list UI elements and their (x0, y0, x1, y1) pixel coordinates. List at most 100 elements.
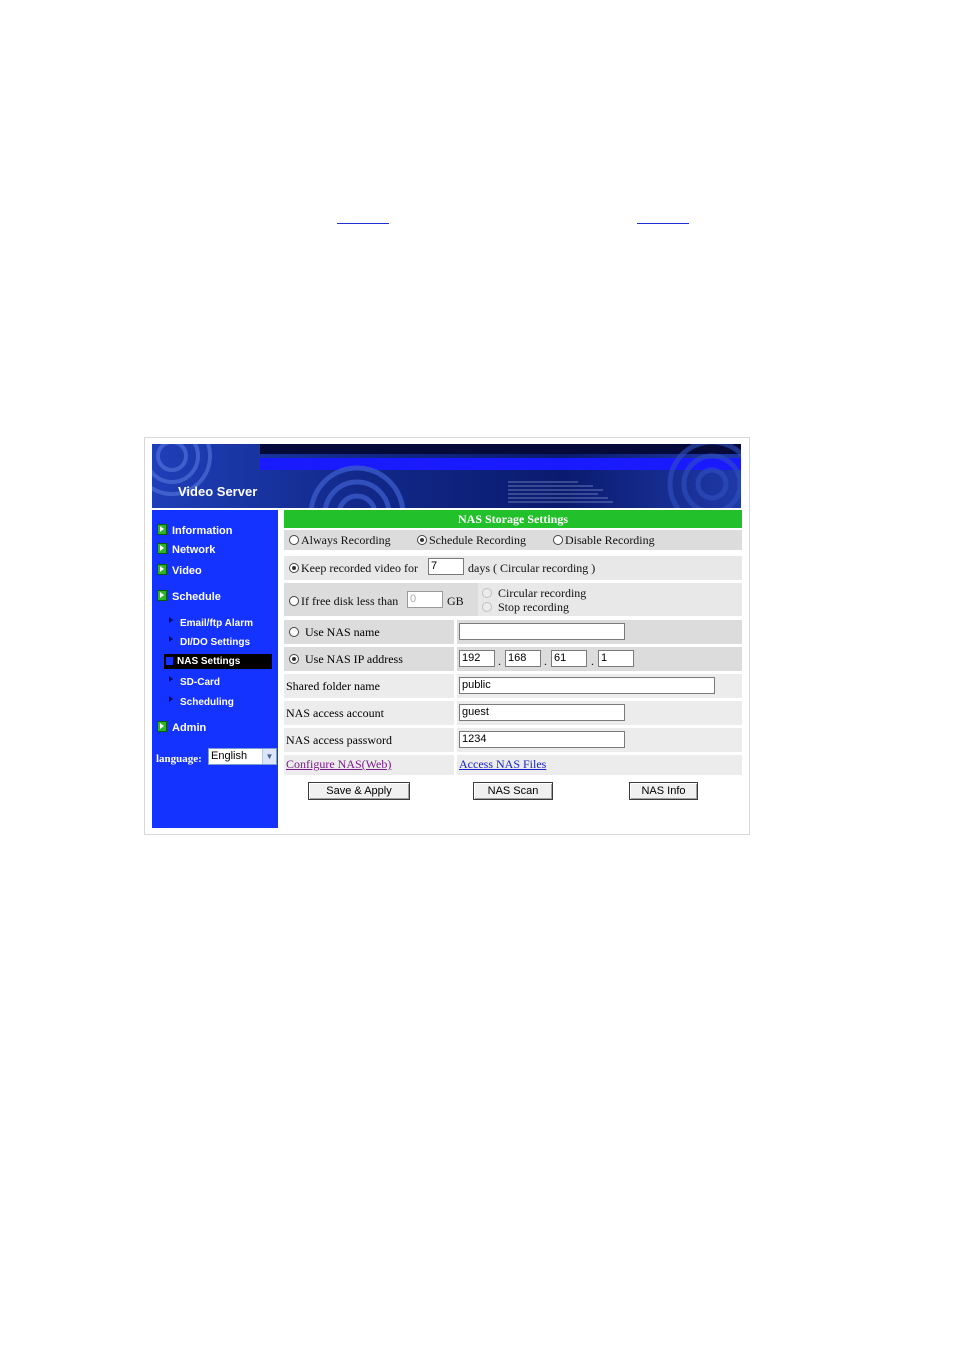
sidebar-item-label: Video (172, 565, 202, 577)
radio-label: Stop recording (498, 600, 569, 614)
language-select[interactable]: English ▼ (208, 748, 277, 765)
value-cell: public (457, 674, 742, 698)
radio-icon[interactable] (289, 596, 299, 606)
sidebar-item-label: Schedule (172, 591, 221, 603)
sidebar-item-information[interactable]: Information (157, 524, 233, 537)
free-disk-row: If free disk less than 0 GB Circular rec… (284, 583, 742, 616)
radio-label: Disable Recording (565, 533, 655, 547)
radio-label: If free disk less than (301, 594, 399, 608)
green-arrow-icon (157, 590, 167, 601)
bullet-triangle-icon (169, 617, 173, 623)
ip-octet-1-input[interactable]: 192 (459, 650, 495, 667)
shared-folder-label: Shared folder name (286, 679, 380, 693)
ip-octet-2-input[interactable]: 168 (505, 650, 541, 667)
label-cell: Shared folder name (284, 674, 454, 698)
value-cell: guest (457, 701, 742, 725)
radio-schedule-recording[interactable]: Schedule Recording (417, 533, 526, 548)
keep-days-suffix: days ( Circular recording ) (468, 561, 596, 575)
bullet-triangle-icon (169, 696, 173, 702)
green-arrow-icon (157, 721, 167, 732)
radio-keep-recorded[interactable]: Keep recorded video for (289, 561, 418, 576)
keep-recorded-row: Keep recorded video for 7 days ( Circula… (284, 556, 742, 580)
sidebar-subitem-label: NAS Settings (177, 656, 241, 667)
ip-separator: . (591, 654, 594, 668)
radio-always-recording[interactable]: Always Recording (289, 533, 391, 548)
green-arrow-icon (157, 543, 167, 554)
ip-separator: . (544, 654, 547, 668)
chevron-down-icon[interactable]: ▼ (262, 749, 276, 764)
free-disk-unit: GB (447, 594, 464, 608)
shared-folder-input[interactable]: public (459, 677, 715, 694)
radio-circular-recording[interactable]: Circular recording (482, 586, 586, 601)
save-apply-button[interactable]: Save & Apply (308, 782, 410, 800)
sidebar-item-label: Network (172, 544, 216, 556)
language-select-value: English (211, 750, 248, 762)
account-row: NAS access account guest (284, 701, 742, 725)
account-input[interactable]: guest (459, 704, 625, 721)
sidebar-subitem-scheduling[interactable]: Scheduling (169, 696, 234, 708)
sidebar-item-label: Admin (172, 722, 207, 734)
active-marker-icon (166, 657, 173, 665)
ip-separator: . (498, 654, 501, 668)
nas-info-button[interactable]: NAS Info (629, 782, 698, 800)
radio-disabled-icon[interactable] (482, 588, 492, 598)
ip-octet-3-input[interactable]: 61 (551, 650, 587, 667)
radio-selected-icon[interactable] (289, 563, 299, 573)
radio-label: Always Recording (301, 533, 391, 547)
radio-use-nas-ip[interactable]: Use NAS IP address (289, 652, 403, 667)
value-cell: 192 . 168 . 61 . 1 (457, 647, 742, 671)
sidebar-subitem-sd-card[interactable]: SD-Card (169, 676, 220, 688)
radio-icon[interactable] (553, 535, 563, 545)
radio-free-disk[interactable]: If free disk less than (289, 594, 398, 609)
radio-use-nas-name[interactable]: Use NAS name (289, 625, 380, 640)
account-label: NAS access account (286, 706, 384, 720)
hyperlink-underline-left (337, 223, 389, 224)
ip-octet-4-input[interactable]: 1 (598, 650, 634, 667)
links-row: Configure NAS(Web) Access NAS Files (284, 755, 742, 775)
banner-fine-print (508, 480, 628, 507)
radio-icon[interactable] (289, 535, 299, 545)
bullet-triangle-icon (169, 676, 173, 682)
password-input[interactable]: 1234 (459, 731, 625, 748)
password-row: NAS access password 1234 (284, 728, 742, 752)
configure-nas-link[interactable]: Configure NAS(Web) (286, 757, 391, 772)
value-cell: 1234 (457, 728, 742, 752)
radio-icon[interactable] (289, 627, 299, 637)
sidebar-subitem-email-ftp-alarm[interactable]: Email/ftp Alarm (169, 617, 253, 629)
radio-disabled-icon[interactable] (482, 602, 492, 612)
label-cell: NAS access account (284, 701, 454, 725)
value-cell (457, 620, 742, 644)
shared-folder-row: Shared folder name public (284, 674, 742, 698)
banner-title: Video Server (178, 484, 258, 499)
sidebar-item-video[interactable]: Video (157, 564, 202, 577)
sidebar-item-network[interactable]: Network (157, 543, 215, 556)
banner: Video Server (152, 444, 741, 508)
sidebar-subitem-dido-settings[interactable]: DI/DO Settings (169, 636, 250, 648)
radio-disable-recording[interactable]: Disable Recording (553, 533, 655, 548)
nas-scan-button[interactable]: NAS Scan (473, 782, 553, 800)
access-nas-files-link[interactable]: Access NAS Files (459, 757, 546, 772)
radio-label: Use NAS name (305, 625, 380, 639)
sidebar-item-admin[interactable]: Admin (157, 721, 206, 734)
language-label: language: (156, 753, 202, 765)
radio-selected-icon[interactable] (289, 654, 299, 664)
sidebar-subitem-nas-settings[interactable]: NAS Settings (164, 654, 272, 669)
nas-name-input[interactable] (459, 623, 625, 640)
sidebar-item-schedule[interactable]: Schedule (157, 590, 221, 603)
radio-label: Keep recorded video for (301, 561, 418, 575)
panel-title: NAS Storage Settings (284, 510, 742, 528)
green-arrow-icon (157, 524, 167, 535)
nas-ip-row: Use NAS IP address 192 . 168 . 61 . 1 (284, 647, 742, 671)
green-arrow-icon (157, 564, 167, 575)
label-cell: NAS access password (284, 728, 454, 752)
label-cell: Configure NAS(Web) (284, 755, 454, 775)
keep-days-input[interactable]: 7 (428, 558, 464, 575)
nas-name-row: Use NAS name (284, 620, 742, 644)
app-window: Video Server Information Network Video S… (144, 437, 750, 835)
sidebar: Information Network Video Schedule Email… (152, 510, 278, 828)
bullet-triangle-icon (169, 636, 173, 642)
label-cell: Use NAS name (284, 620, 454, 644)
radio-stop-recording[interactable]: Stop recording (482, 600, 569, 615)
radio-selected-icon[interactable] (417, 535, 427, 545)
free-disk-input[interactable]: 0 (407, 591, 443, 608)
